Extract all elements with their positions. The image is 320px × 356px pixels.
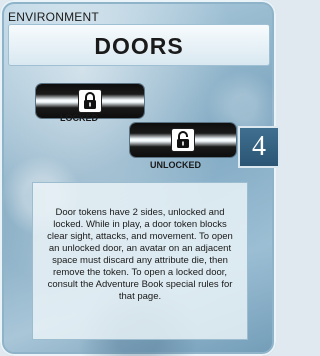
environment-card: ENVIRONMENT DOORS LOCKED UNLOCKED Door t…: [0, 0, 276, 356]
title-bar: DOORS: [8, 24, 270, 66]
unlocked-token-label: UNLOCKED: [150, 160, 201, 170]
token-count-badge: 4: [238, 126, 280, 168]
card-category: ENVIRONMENT: [8, 10, 99, 24]
locked-token-label: LOCKED: [60, 113, 98, 123]
card-title: DOORS: [94, 33, 184, 59]
rules-text: Door tokens have 2 sides, unlocked and l…: [47, 207, 233, 302]
rules-panel: Door tokens have 2 sides, unlocked and l…: [32, 182, 248, 340]
locked-padlock-icon: [78, 89, 102, 113]
unlocked-padlock-icon: [171, 128, 195, 152]
unlocked-door-token: [130, 123, 236, 157]
